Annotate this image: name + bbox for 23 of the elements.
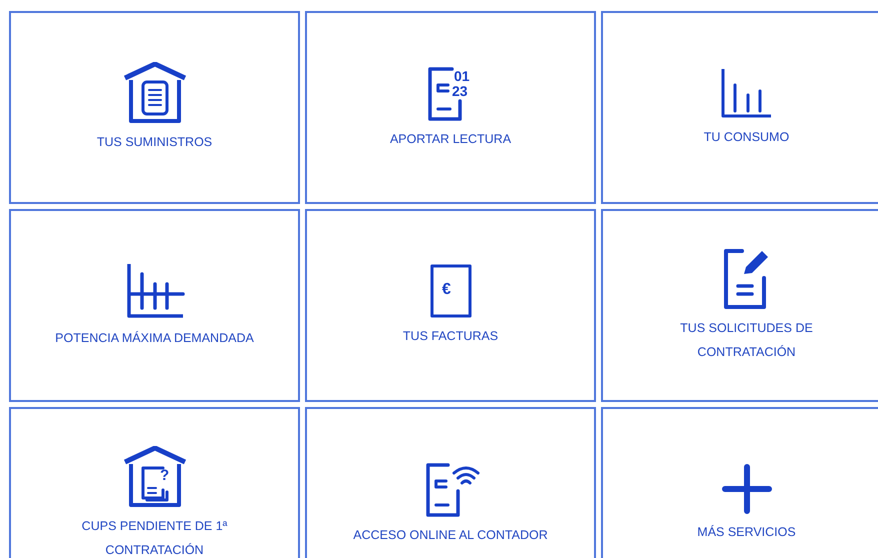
tile-label: TUS SOLICITUDES DE CONTRATACIÓN bbox=[679, 320, 814, 360]
service-tile[interactable]: MÁS SERVICIOS bbox=[601, 407, 878, 558]
service-tile[interactable]: ACCESO ONLINE AL CONTADOR bbox=[305, 407, 596, 558]
tile-label: POTENCIA MÁXIMA DEMANDADA bbox=[55, 330, 254, 346]
tile-label: ACCESO ONLINE AL CONTADOR bbox=[353, 526, 548, 544]
house-document-icon bbox=[122, 62, 186, 124]
service-tile[interactable]: TUS SOLICITUDES DE CONTRATACIÓN bbox=[601, 209, 878, 402]
tile-label: TUS FACTURAS bbox=[402, 328, 498, 344]
invoice-icon: € bbox=[430, 264, 472, 318]
service-tile[interactable]: POTENCIA MÁXIMA DEMANDADA bbox=[9, 209, 300, 402]
tile-label: APORTAR LECTURA bbox=[390, 130, 512, 148]
service-tile[interactable]: TUS SUMINISTROS bbox=[9, 11, 300, 204]
service-tile[interactable]: € TUS FACTURAS bbox=[305, 209, 596, 402]
tile-label: TUS SUMINISTROS bbox=[96, 134, 212, 150]
bar-chart-icon bbox=[720, 66, 774, 118]
plus-icon bbox=[722, 464, 772, 514]
service-tile[interactable]: 01 23 APORTAR LECTURA bbox=[305, 11, 596, 204]
service-tile[interactable]: ? CUPS PENDIENTE DE 1ª CONTRATACIÓN bbox=[9, 407, 300, 558]
tile-label: MÁS SERVICIOS bbox=[697, 524, 796, 540]
bar-chart-icon bbox=[124, 262, 184, 320]
service-tile[interactable]: TU CONSUMO bbox=[601, 11, 878, 204]
tile-label: CUPS PENDIENTE DE 1ª CONTRATACIÓN bbox=[80, 518, 228, 558]
tile-label: TU CONSUMO bbox=[704, 128, 790, 146]
